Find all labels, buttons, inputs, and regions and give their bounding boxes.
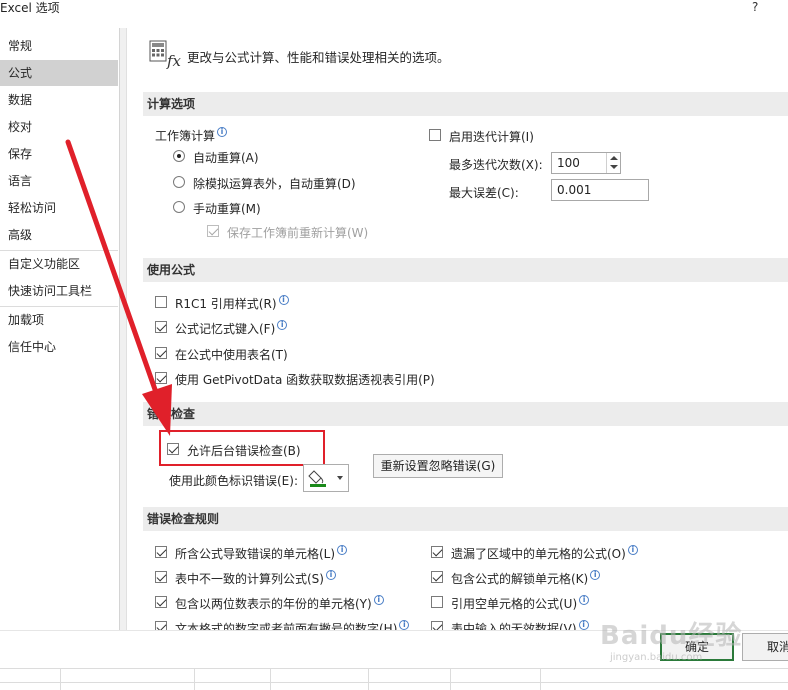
checkbox-getpivotdata[interactable] xyxy=(155,372,167,384)
rule-empty-cells-label: 引用空单元格的公式(U) i xyxy=(451,595,590,612)
radio-auto-calc-label: 自动重算(A) xyxy=(193,151,259,165)
checkbox-formula-autocomplete-label: 公式记忆式键入(F) i xyxy=(175,320,288,337)
error-color-label: 使用此颜色标识错误(E): xyxy=(169,474,298,488)
max-iterations-value: 100 xyxy=(557,156,580,170)
checkbox-rule-two-digit-years[interactable] xyxy=(155,596,167,608)
checkbox-table-names-label: 在公式中使用表名(T) xyxy=(175,348,288,362)
sheet-gridline xyxy=(270,668,271,690)
checkbox-table-names[interactable] xyxy=(155,347,167,359)
max-iterations-label: 最多迭代次数(X): xyxy=(449,158,543,172)
checkbox-rule-error-formulas[interactable] xyxy=(155,546,167,558)
section-error-rules: 错误检查规则 xyxy=(143,507,788,531)
rule-two-digit-years-label: 包含以两位数表示的年份的单元格(Y) i xyxy=(175,595,384,612)
info-icon: i xyxy=(277,320,288,330)
radio-manual-calc-label: 手动重算(M) xyxy=(193,202,261,216)
spin-up-icon[interactable] xyxy=(610,156,618,160)
checkbox-rule-text-numbers[interactable] xyxy=(155,621,167,630)
sidebar-item-save[interactable]: 保存 xyxy=(0,141,118,167)
max-iterations-spinner[interactable] xyxy=(606,153,620,173)
watermark-url: jingyan.baidu.com xyxy=(610,652,703,663)
sidebar-item-general[interactable]: 常规 xyxy=(0,33,118,59)
max-change-input[interactable]: 0.001 xyxy=(551,179,649,201)
info-icon: i xyxy=(337,545,348,555)
info-icon: i xyxy=(627,545,638,555)
checkbox-rule-inconsistent-column[interactable] xyxy=(155,571,167,583)
sidebar-item-quick-access[interactable]: 快速访问工具栏 xyxy=(0,278,118,304)
help-button[interactable]: ? xyxy=(752,0,758,14)
info-icon: i xyxy=(373,595,384,605)
rule-omitted-cells-label: 遗漏了区域中的单元格的公式(O) i xyxy=(451,545,638,562)
radio-auto-except-tables-label: 除模拟运算表外，自动重算(D) xyxy=(193,177,356,191)
checkbox-iterative-calc[interactable] xyxy=(429,129,441,141)
info-icon: i xyxy=(325,570,336,580)
checkbox-rule-invalid-data[interactable] xyxy=(431,621,443,630)
radio-auto-calc[interactable] xyxy=(173,150,185,162)
rule-unlocked-cells-label: 包含公式的解锁单元格(K) i xyxy=(451,570,601,587)
error-color-picker[interactable] xyxy=(303,464,349,492)
sidebar-item-data[interactable]: 数据 xyxy=(0,87,118,113)
info-icon: i xyxy=(579,595,590,605)
sidebar-item-language[interactable]: 语言 xyxy=(0,168,118,194)
checkbox-r1c1[interactable] xyxy=(155,296,167,308)
rule-error-formulas-label: 所含公式导致错误的单元格(L) i xyxy=(175,545,348,562)
checkbox-r1c1-label: R1C1 引用样式(R) i xyxy=(175,295,289,312)
checkbox-rule-empty-cells[interactable] xyxy=(431,596,443,608)
page-description: 更改与公式计算、性能和错误处理相关的选项。 xyxy=(187,50,450,65)
checkbox-iterative-calc-label: 启用迭代计算(I) xyxy=(449,130,534,144)
spin-down-icon[interactable] xyxy=(610,165,618,169)
checkbox-recalc-before-save-label: 保存工作簿前重新计算(W) xyxy=(227,226,369,240)
radio-auto-except-tables[interactable] xyxy=(173,176,185,188)
sheet-gridline xyxy=(194,668,195,690)
sheet-gridline xyxy=(368,668,369,690)
sidebar-item-advanced[interactable]: 高级 xyxy=(0,222,118,248)
sidebar-item-formulas[interactable]: 公式 xyxy=(0,60,118,86)
sidebar: 常规 公式 数据 校对 保存 语言 轻松访问 高级 自定义功能区 快速访问工具栏… xyxy=(0,28,120,630)
sheet-gridline xyxy=(0,682,788,683)
sidebar-item-trust-center[interactable]: 信任中心 xyxy=(0,334,118,360)
title-bar: Excel 选项 ? xyxy=(0,0,788,28)
info-icon: i xyxy=(217,127,228,137)
svg-text:fx: fx xyxy=(166,52,182,70)
sidebar-item-addins[interactable]: 加载项 xyxy=(0,307,118,333)
radio-manual-calc[interactable] xyxy=(173,201,185,213)
info-icon: i xyxy=(278,295,289,305)
rule-invalid-data-label: 表中输入的无效数据(V) i xyxy=(451,620,589,630)
checkbox-recalc-before-save[interactable] xyxy=(207,225,219,237)
workbook-calc-label: 工作簿计算 i xyxy=(155,127,228,144)
sheet-gridline xyxy=(540,668,541,690)
checkbox-formula-autocomplete[interactable] xyxy=(155,321,167,333)
cancel-button[interactable]: 取消 xyxy=(742,633,788,661)
section-formulas: 使用公式 xyxy=(143,258,788,282)
checkbox-rule-unlocked-cells[interactable] xyxy=(431,571,443,583)
rule-text-numbers-label: 文本格式的数字或者前面有撇号的数字(H) i xyxy=(175,620,410,630)
sidebar-item-customize-ribbon[interactable]: 自定义功能区 xyxy=(0,251,118,277)
max-iterations-input[interactable]: 100 xyxy=(551,152,621,174)
info-icon: i xyxy=(590,570,601,580)
sheet-gridline xyxy=(450,668,451,690)
watermark-logo: Baidu经验 xyxy=(600,621,743,651)
section-calculation: 计算选项 xyxy=(143,92,788,116)
reset-ignored-errors-button[interactable]: 重新设置忽略错误(G) xyxy=(373,454,503,478)
section-error-checking: 错误检查 xyxy=(143,402,788,426)
highlight-box xyxy=(159,430,325,466)
max-change-label: 最大误差(C): xyxy=(449,186,519,200)
info-icon: i xyxy=(399,620,410,630)
window-title: Excel 选项 xyxy=(0,1,60,15)
sheet-gridline xyxy=(60,668,61,690)
sidebar-item-accessibility[interactable]: 轻松访问 xyxy=(0,195,118,221)
sidebar-item-proofing[interactable]: 校对 xyxy=(0,114,118,140)
paint-bucket-icon xyxy=(308,470,343,487)
checkbox-getpivotdata-label: 使用 GetPivotData 函数获取数据透视表引用(P) xyxy=(175,373,435,387)
sheet-gridline xyxy=(0,668,788,669)
rule-inconsistent-column-label: 表中不一致的计算列公式(S) i xyxy=(175,570,336,587)
checkbox-rule-omitted-cells[interactable] xyxy=(431,546,443,558)
max-change-value: 0.001 xyxy=(557,183,592,197)
info-icon: i xyxy=(578,620,589,630)
options-content: fx 更改与公式计算、性能和错误处理相关的选项。 计算选项 工作簿计算 i 自动重… xyxy=(126,28,788,630)
formula-calculator-icon: fx xyxy=(149,40,182,70)
